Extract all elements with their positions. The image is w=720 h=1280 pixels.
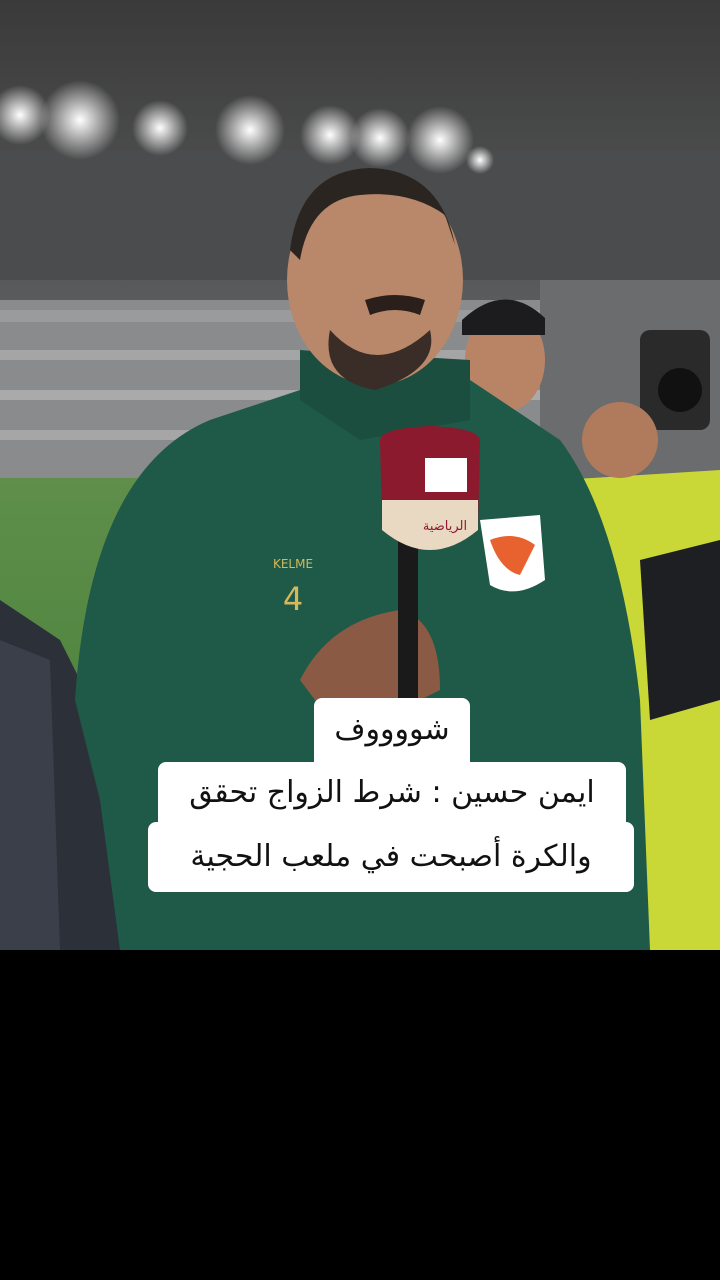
caption-line-2: ايمن حسين : شرط الزواج تحقق — [158, 762, 626, 824]
black-background — [0, 950, 720, 1280]
caption-line-3: والكرة أصبحت في ملعب الحجية — [148, 822, 634, 892]
mic-flag-text: الرياضية — [423, 519, 467, 534]
caption-line-1: شووووف — [314, 698, 470, 762]
shirt-brand-text: KELME — [273, 557, 313, 571]
shirt-number-text: 4 — [283, 580, 303, 618]
shirt-badge — [480, 515, 545, 592]
